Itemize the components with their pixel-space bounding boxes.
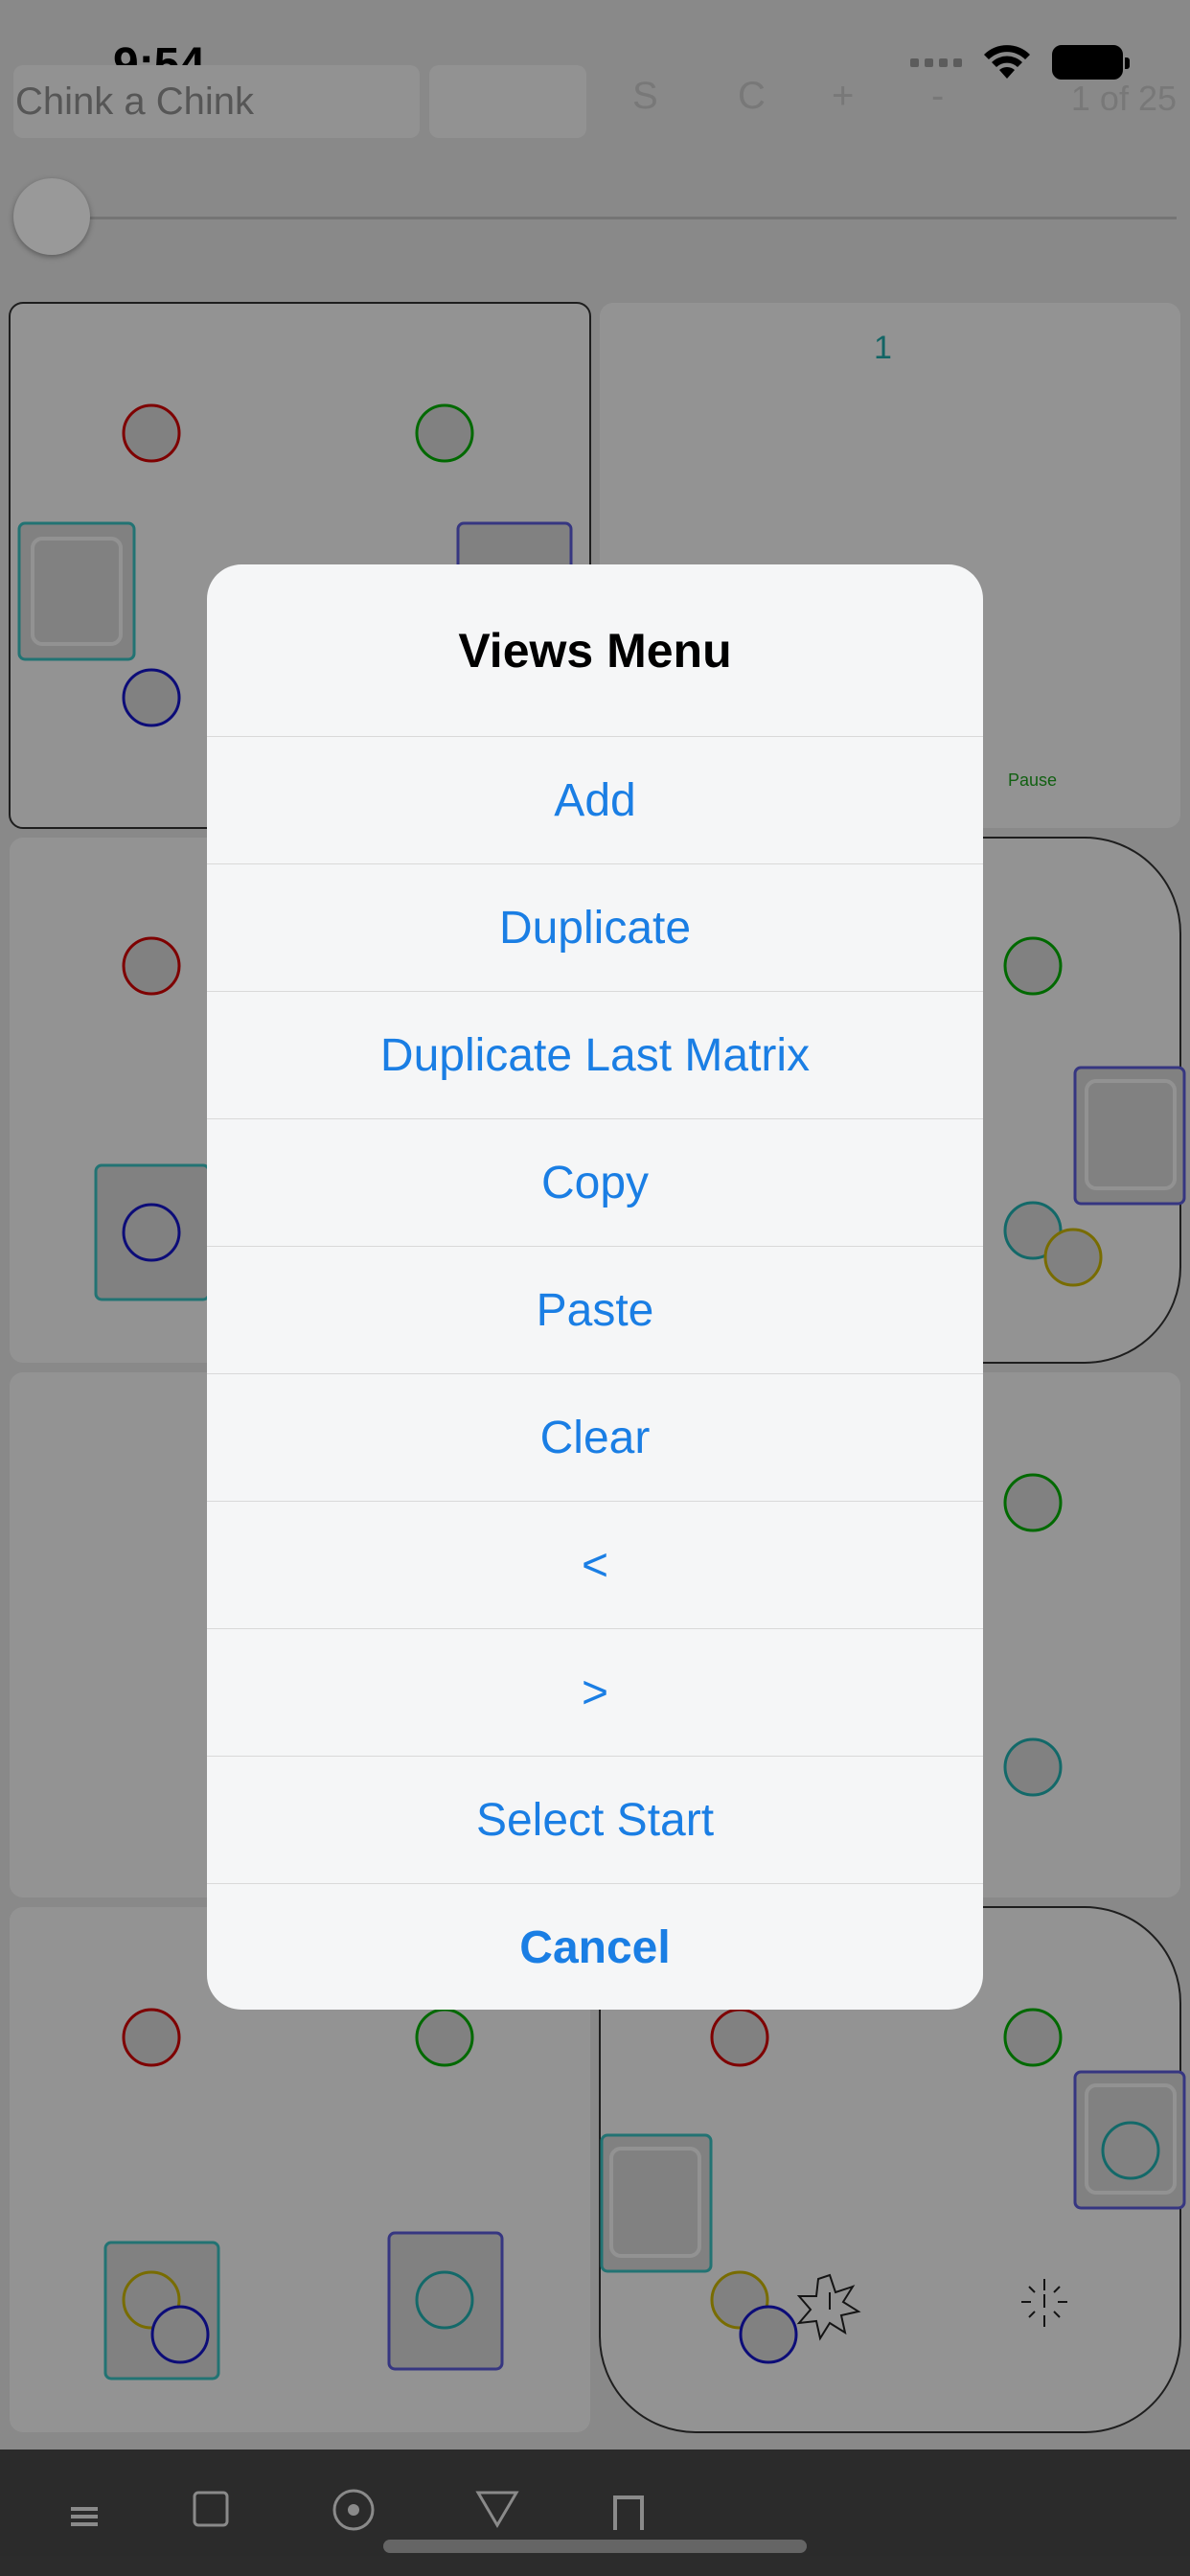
- menu-item-add[interactable]: Add: [207, 737, 983, 864]
- menu-item-clear[interactable]: Clear: [207, 1374, 983, 1502]
- cancel-button[interactable]: Cancel: [207, 1884, 983, 2010]
- menu-item-next[interactable]: >: [207, 1629, 983, 1757]
- menu-item-paste[interactable]: Paste: [207, 1247, 983, 1374]
- menu-item-copy[interactable]: Copy: [207, 1119, 983, 1247]
- views-menu: Views Menu Add Duplicate Duplicate Last …: [207, 564, 983, 2010]
- menu-item-duplicate-last-matrix[interactable]: Duplicate Last Matrix: [207, 992, 983, 1119]
- menu-item-select-start[interactable]: Select Start: [207, 1757, 983, 1884]
- menu-title: Views Menu: [207, 564, 983, 737]
- menu-item-duplicate[interactable]: Duplicate: [207, 864, 983, 992]
- menu-item-previous[interactable]: <: [207, 1502, 983, 1629]
